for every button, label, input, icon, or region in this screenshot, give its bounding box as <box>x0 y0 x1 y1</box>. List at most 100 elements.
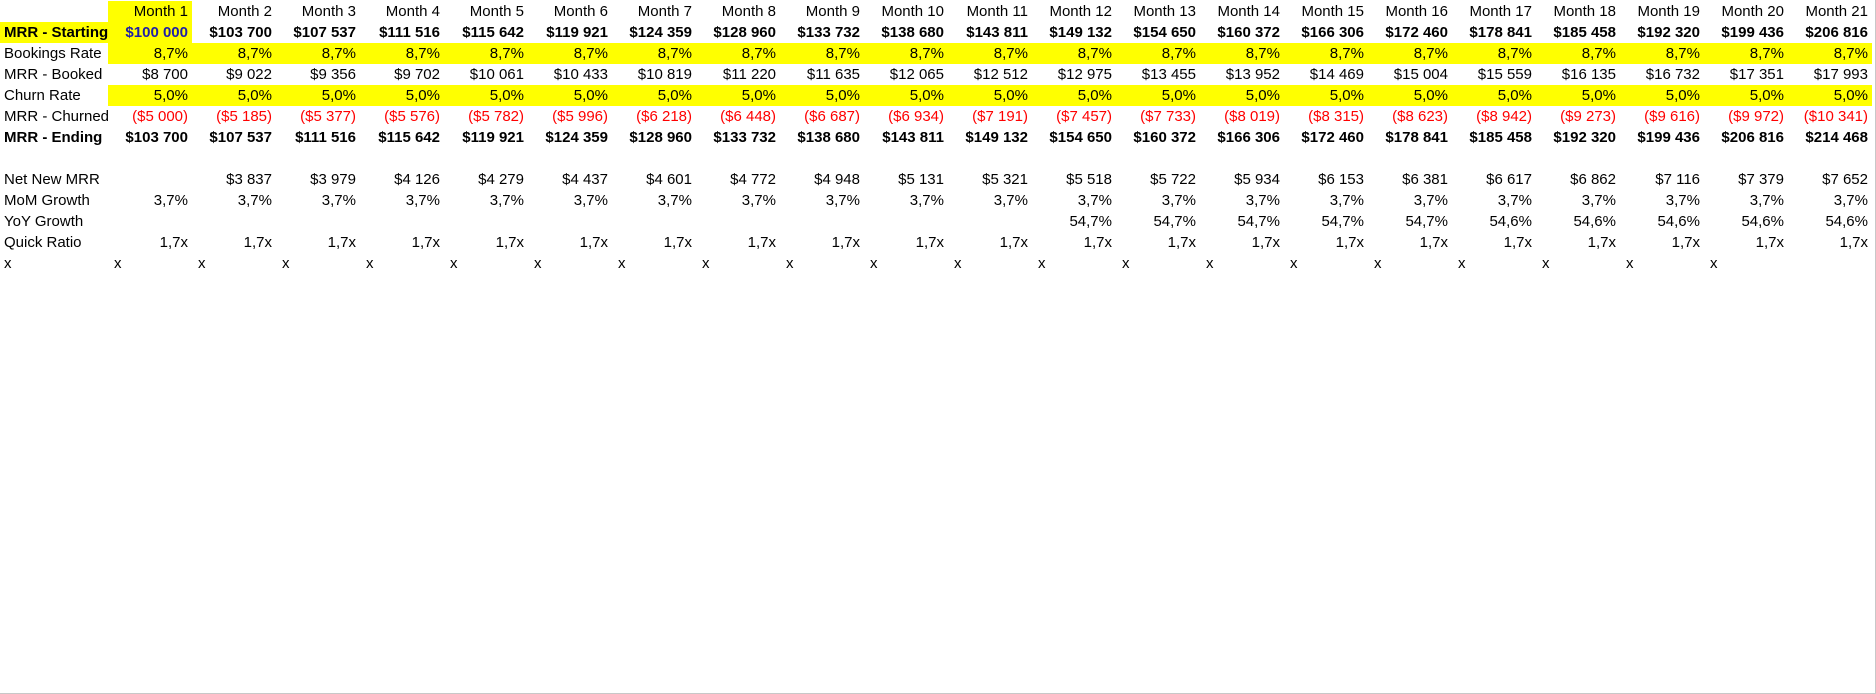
cell-x-month-3[interactable]: x <box>276 253 360 274</box>
cell-net-new-mrr-month-9[interactable]: $4 948 <box>780 169 864 190</box>
cell-mrr-starting-month-8[interactable]: $128 960 <box>696 22 780 43</box>
cell-mrr-starting-month-1[interactable]: $100 000 <box>108 22 192 43</box>
column-header-month-15[interactable]: Month 15 <box>1284 1 1368 22</box>
row-label-mom-growth[interactable]: MoM Growth <box>0 190 108 211</box>
cell-yoy-growth-month-2[interactable] <box>192 211 276 232</box>
cell-mrr-starting-month-21[interactable]: $206 816 <box>1788 22 1872 43</box>
cell-churn-rate-month-14[interactable]: 5,0% <box>1200 85 1284 106</box>
cell-mrr-churned-month-4[interactable]: ($5 576) <box>360 106 444 127</box>
cell-x-month-8[interactable]: x <box>696 253 780 274</box>
cell-net-new-mrr-month-10[interactable]: $5 131 <box>864 169 948 190</box>
cell-churn-rate-month-6[interactable]: 5,0% <box>528 85 612 106</box>
cell-churn-rate-month-12[interactable]: 5,0% <box>1032 85 1116 106</box>
column-header-month-19[interactable]: Month 19 <box>1620 1 1704 22</box>
cell-bookings-rate-month-5[interactable]: 8,7% <box>444 43 528 64</box>
cell-x-month-21[interactable] <box>1788 253 1872 274</box>
cell-net-new-mrr-month-19[interactable]: $7 116 <box>1620 169 1704 190</box>
cell-mrr-churned-month-3[interactable]: ($5 377) <box>276 106 360 127</box>
cell-mrr-booked-month-4[interactable]: $9 702 <box>360 64 444 85</box>
column-header-month-21[interactable]: Month 21 <box>1788 1 1872 22</box>
column-header-month-20[interactable]: Month 20 <box>1704 1 1788 22</box>
cell-mrr-churned-month-9[interactable]: ($6 687) <box>780 106 864 127</box>
cell-mrr-starting-month-17[interactable]: $178 841 <box>1452 22 1536 43</box>
cell-mrr-starting-month-20[interactable]: $199 436 <box>1704 22 1788 43</box>
column-header-month-1[interactable]: Month 1 <box>108 1 192 22</box>
cell-quick-ratio-month-9[interactable]: 1,7x <box>780 232 864 253</box>
cell-quick-ratio-month-3[interactable]: 1,7x <box>276 232 360 253</box>
cell-quick-ratio-month-15[interactable]: 1,7x <box>1284 232 1368 253</box>
cell-net-new-mrr-month-21[interactable]: $7 652 <box>1788 169 1872 190</box>
cell-yoy-growth-month-1[interactable] <box>108 211 192 232</box>
cell-x-month-4[interactable]: x <box>360 253 444 274</box>
cell-mrr-booked-month-14[interactable]: $13 952 <box>1200 64 1284 85</box>
column-header-month-14[interactable]: Month 14 <box>1200 1 1284 22</box>
cell-mom-growth-month-12[interactable]: 3,7% <box>1032 190 1116 211</box>
cell-mrr-starting-month-15[interactable]: $166 306 <box>1284 22 1368 43</box>
cell-mrr-churned-month-2[interactable]: ($5 185) <box>192 106 276 127</box>
cell-quick-ratio-month-7[interactable]: 1,7x <box>612 232 696 253</box>
cell-yoy-growth-month-3[interactable] <box>276 211 360 232</box>
cell-mrr-ending-month-14[interactable]: $166 306 <box>1200 127 1284 148</box>
cell-churn-rate-month-11[interactable]: 5,0% <box>948 85 1032 106</box>
row-label-x[interactable]: x <box>0 253 108 274</box>
cell-churn-rate-month-15[interactable]: 5,0% <box>1284 85 1368 106</box>
cell-x-month-14[interactable]: x <box>1200 253 1284 274</box>
row-label-quick-ratio[interactable]: Quick Ratio <box>0 232 108 253</box>
row-label-mrr-booked[interactable]: MRR - Booked <box>0 64 108 85</box>
cell-mom-growth-month-7[interactable]: 3,7% <box>612 190 696 211</box>
cell-x-month-15[interactable]: x <box>1284 253 1368 274</box>
cell-mrr-ending-month-2[interactable]: $107 537 <box>192 127 276 148</box>
cell-churn-rate-month-7[interactable]: 5,0% <box>612 85 696 106</box>
cell-churn-rate-month-18[interactable]: 5,0% <box>1536 85 1620 106</box>
cell-mrr-ending-month-3[interactable]: $111 516 <box>276 127 360 148</box>
cell-mrr-ending-month-9[interactable]: $138 680 <box>780 127 864 148</box>
cell-bookings-rate-month-6[interactable]: 8,7% <box>528 43 612 64</box>
cell-mrr-churned-month-7[interactable]: ($6 218) <box>612 106 696 127</box>
cell-x-month-19[interactable]: x <box>1620 253 1704 274</box>
cell-churn-rate-month-19[interactable]: 5,0% <box>1620 85 1704 106</box>
cell-mrr-starting-month-5[interactable]: $115 642 <box>444 22 528 43</box>
cell-x-month-13[interactable]: x <box>1116 253 1200 274</box>
cell-mrr-starting-month-9[interactable]: $133 732 <box>780 22 864 43</box>
cell-quick-ratio-month-21[interactable]: 1,7x <box>1788 232 1872 253</box>
cell-mom-growth-month-21[interactable]: 3,7% <box>1788 190 1872 211</box>
cell-net-new-mrr-month-2[interactable]: $3 837 <box>192 169 276 190</box>
cell-x-month-20[interactable]: x <box>1704 253 1788 274</box>
cell-x-month-12[interactable]: x <box>1032 253 1116 274</box>
cell-mrr-churned-month-21[interactable]: ($10 341) <box>1788 106 1872 127</box>
cell-net-new-mrr-month-14[interactable]: $5 934 <box>1200 169 1284 190</box>
cell-churn-rate-month-17[interactable]: 5,0% <box>1452 85 1536 106</box>
cell-mrr-churned-month-13[interactable]: ($7 733) <box>1116 106 1200 127</box>
cell-mom-growth-month-4[interactable]: 3,7% <box>360 190 444 211</box>
cell-mrr-starting-month-18[interactable]: $185 458 <box>1536 22 1620 43</box>
cell-mom-growth-month-16[interactable]: 3,7% <box>1368 190 1452 211</box>
cell-x-month-5[interactable]: x <box>444 253 528 274</box>
column-header-month-9[interactable]: Month 9 <box>780 1 864 22</box>
cell-quick-ratio-month-14[interactable]: 1,7x <box>1200 232 1284 253</box>
row-label-churn-rate[interactable]: Churn Rate <box>0 85 108 106</box>
cell-bookings-rate-month-21[interactable]: 8,7% <box>1788 43 1872 64</box>
cell-mrr-ending-month-13[interactable]: $160 372 <box>1116 127 1200 148</box>
cell-quick-ratio-month-1[interactable]: 1,7x <box>108 232 192 253</box>
cell-mrr-starting-month-13[interactable]: $154 650 <box>1116 22 1200 43</box>
cell-mrr-booked-month-3[interactable]: $9 356 <box>276 64 360 85</box>
cell-mrr-starting-month-6[interactable]: $119 921 <box>528 22 612 43</box>
cell-mom-growth-month-5[interactable]: 3,7% <box>444 190 528 211</box>
column-header-month-10[interactable]: Month 10 <box>864 1 948 22</box>
cell-yoy-growth-month-17[interactable]: 54,6% <box>1452 211 1536 232</box>
cell-quick-ratio-month-4[interactable]: 1,7x <box>360 232 444 253</box>
cell-x-month-17[interactable]: x <box>1452 253 1536 274</box>
cell-churn-rate-month-5[interactable]: 5,0% <box>444 85 528 106</box>
column-header-month-5[interactable]: Month 5 <box>444 1 528 22</box>
cell-churn-rate-month-4[interactable]: 5,0% <box>360 85 444 106</box>
row-label-net-new-mrr[interactable]: Net New MRR <box>0 169 108 190</box>
cell-mrr-booked-month-10[interactable]: $12 065 <box>864 64 948 85</box>
cell-mrr-starting-month-7[interactable]: $124 359 <box>612 22 696 43</box>
cell-mrr-booked-month-17[interactable]: $15 559 <box>1452 64 1536 85</box>
cell-mom-growth-month-14[interactable]: 3,7% <box>1200 190 1284 211</box>
cell-quick-ratio-month-16[interactable]: 1,7x <box>1368 232 1452 253</box>
cell-yoy-growth-month-15[interactable]: 54,7% <box>1284 211 1368 232</box>
cell-quick-ratio-month-13[interactable]: 1,7x <box>1116 232 1200 253</box>
cell-net-new-mrr-month-17[interactable]: $6 617 <box>1452 169 1536 190</box>
cell-mrr-booked-month-11[interactable]: $12 512 <box>948 64 1032 85</box>
